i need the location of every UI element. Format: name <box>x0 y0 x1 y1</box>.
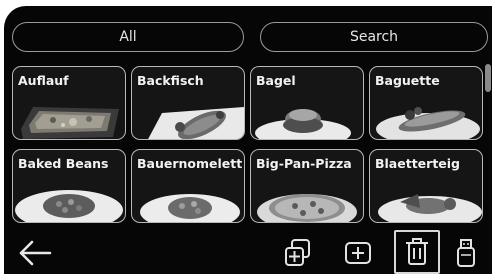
filter-all-button[interactable]: All <box>12 22 244 52</box>
trash-icon <box>406 238 428 265</box>
arrow-left-icon[interactable] <box>18 240 52 266</box>
recipe-label: Backfisch <box>137 73 204 88</box>
recipe-label: Baguette <box>375 73 440 88</box>
recipe-tile-baked-beans[interactable]: Baked Beans <box>12 149 126 223</box>
recipe-tile-big-pan-pizza[interactable]: Big-Pan-Pizza <box>250 149 364 223</box>
recipe-label: Auflauf <box>18 73 69 88</box>
recipe-tile-blaetterteig[interactable]: Blaetterteig <box>369 149 483 223</box>
recipe-label: Bauernomelett <box>137 156 243 171</box>
copy-plus-icon[interactable] <box>284 238 312 268</box>
usb-stick-icon[interactable] <box>456 238 476 268</box>
recipe-tile-bagel[interactable]: Bagel <box>250 66 364 140</box>
scrollbar-thumb[interactable] <box>485 64 491 92</box>
recipe-label: Bagel <box>256 73 296 88</box>
search-button[interactable]: Search <box>260 22 488 52</box>
bottom-toolbar <box>4 230 492 274</box>
plus-box-icon[interactable] <box>344 241 372 265</box>
recipe-label: Big-Pan-Pizza <box>256 156 352 171</box>
recipe-tile-baguette[interactable]: Baguette <box>369 66 483 140</box>
recipe-label: Baked Beans <box>18 156 109 171</box>
recipe-tile-backfisch[interactable]: Backfisch <box>131 66 245 140</box>
device-screen: All Search Auflauf Backfisch Bagel Bague… <box>4 6 492 274</box>
recipe-tile-auflauf[interactable]: Auflauf <box>12 66 126 140</box>
delete-button[interactable] <box>394 230 440 274</box>
recipe-tile-bauernomelett[interactable]: Bauernomelett <box>131 149 245 223</box>
recipe-label: Blaetterteig <box>375 156 461 171</box>
